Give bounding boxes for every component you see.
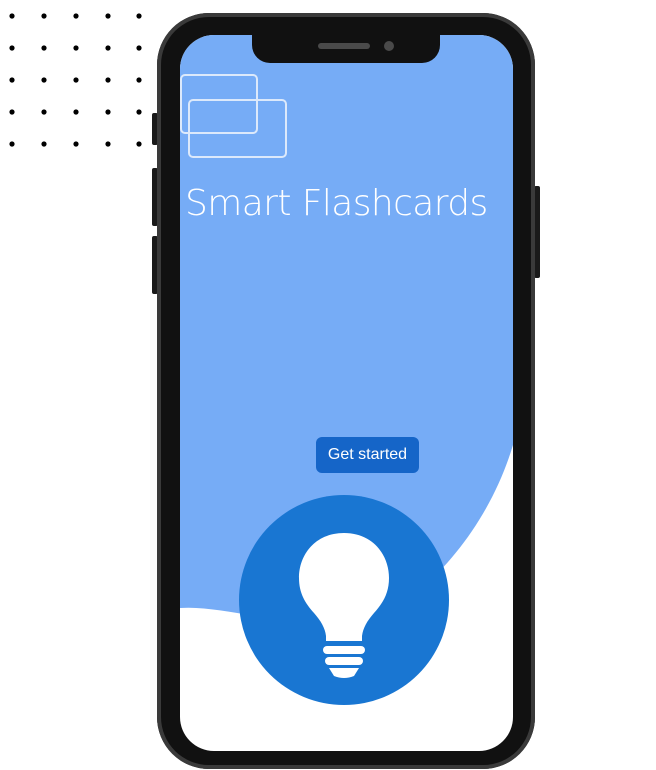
app-title: Smart Flashcards	[185, 183, 488, 224]
phone-camera	[384, 41, 394, 51]
lightbulb-icon	[239, 495, 449, 705]
get-started-button[interactable]: Get started	[316, 437, 419, 473]
dot-pattern	[9, 13, 142, 147]
phone-notch	[252, 35, 440, 63]
phone-speaker	[318, 43, 370, 49]
flashcards-icon	[180, 74, 287, 158]
page: Smart Flashcards Get started	[0, 0, 656, 770]
